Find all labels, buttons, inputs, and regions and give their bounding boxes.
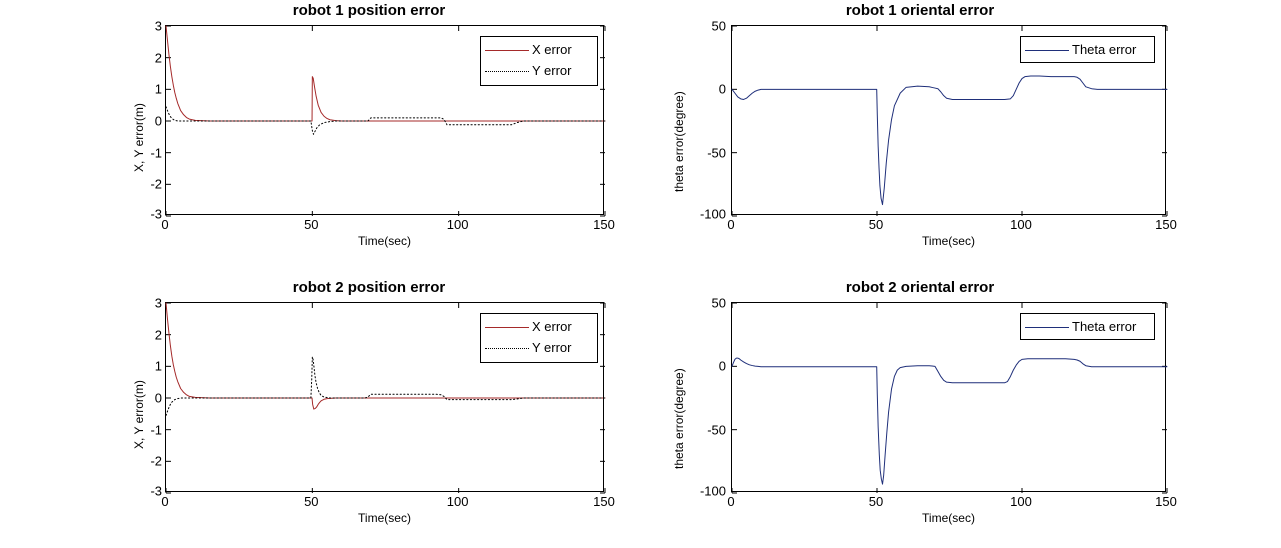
panel-robot2-position-error: robot 2 position error 3 2 1 0 -1 -2 -3 … (130, 277, 620, 548)
panel-title: robot 2 oriental error (845, 279, 995, 296)
panel-title: robot 1 oriental error (845, 2, 995, 19)
legend[interactable]: Theta error (1020, 36, 1155, 63)
xtick-label: 150 (593, 217, 615, 232)
legend[interactable]: X error Y error (480, 36, 598, 86)
xtick-label: 150 (593, 494, 615, 509)
xtick-label: 50 (304, 494, 319, 509)
line-sample-dotted-icon (485, 65, 529, 77)
matlab-figure-canvas: robot 1 position error 3 2 1 0 -1 -2 -3 … (0, 0, 1281, 548)
ytick-label: -50 (707, 145, 726, 161)
ytick-label: 1 (154, 81, 162, 97)
line-sample-solid-icon (485, 44, 529, 56)
legend-label: X error (532, 42, 572, 57)
ytick-label: -100 (699, 206, 726, 222)
xtick-label: 100 (446, 217, 469, 232)
panel-title: robot 2 position error (292, 279, 446, 296)
xtick-label: 100 (1010, 494, 1032, 509)
y-axis-label: X, Y error(m) (132, 380, 146, 449)
ytick-label: 0 (718, 358, 726, 374)
ytick-label: 1 (154, 358, 162, 374)
panel-title: robot 1 position error (292, 2, 446, 19)
legend-item[interactable]: X error (485, 39, 593, 60)
xtick-label: 50 (304, 217, 319, 232)
xtick-label: 50 (868, 217, 884, 232)
y-axis-label: theta error(degree) (672, 91, 686, 192)
ytick-label: -3 (150, 483, 162, 499)
xtick-label: 50 (868, 494, 884, 509)
ytick-label: 3 (154, 18, 162, 34)
line-sample-solid-icon (1025, 44, 1069, 56)
legend-label: Theta error (1072, 319, 1137, 334)
xtick-label: 0 (727, 494, 735, 509)
legend-item[interactable]: Theta error (1025, 39, 1150, 60)
ytick-label: -50 (707, 422, 726, 438)
ytick-label: 3 (154, 295, 162, 311)
legend-item[interactable]: X error (485, 316, 593, 337)
legend-item[interactable]: Y error (485, 60, 593, 81)
ytick-label: 50 (711, 295, 726, 311)
line-sample-solid-icon (485, 321, 529, 333)
legend-label: Theta error (1072, 42, 1137, 57)
legend-item[interactable]: Theta error (1025, 316, 1150, 337)
xtick-label: 100 (446, 494, 469, 509)
legend-label: X error (532, 319, 572, 334)
ytick-label: 2 (154, 327, 162, 343)
legend-label: Y error (532, 340, 572, 355)
x-axis-label: Time(sec) (358, 511, 411, 525)
legend-item[interactable]: Y error (485, 337, 593, 358)
line-sample-dotted-icon (485, 342, 529, 354)
ytick-label: -2 (150, 453, 162, 469)
legend-label: Y error (532, 63, 572, 78)
xtick-label: 0 (161, 217, 169, 232)
xtick-label: 150 (1155, 494, 1177, 509)
legend[interactable]: X error Y error (480, 313, 598, 363)
xtick-label: 0 (727, 217, 735, 232)
xtick-label: 100 (1010, 217, 1032, 232)
xtick-label: 150 (1155, 217, 1177, 232)
x-axis-label: Time(sec) (922, 234, 975, 248)
ytick-label: -100 (699, 483, 726, 499)
ytick-label: -2 (150, 176, 162, 192)
ytick-label: 2 (154, 50, 162, 66)
line-sample-solid-icon (1025, 321, 1069, 333)
panel-robot1-oriental-error: robot 1 oriental error 50 0 -50 -100 0 5… (670, 0, 1190, 270)
legend[interactable]: Theta error (1020, 313, 1155, 340)
y-axis-label: X, Y error(m) (132, 103, 146, 172)
y-axis-label: theta error(degree) (672, 368, 686, 469)
x-axis-label: Time(sec) (922, 511, 975, 525)
ytick-label: -3 (150, 206, 162, 222)
xtick-label: 0 (161, 494, 169, 509)
panel-robot1-position-error: robot 1 position error 3 2 1 0 -1 -2 -3 … (130, 0, 620, 270)
panel-robot2-oriental-error: robot 2 oriental error 50 0 -50 -100 0 5… (670, 277, 1190, 548)
x-axis-label: Time(sec) (358, 234, 411, 248)
ytick-label: 50 (711, 18, 726, 34)
ytick-label: 0 (718, 81, 726, 97)
